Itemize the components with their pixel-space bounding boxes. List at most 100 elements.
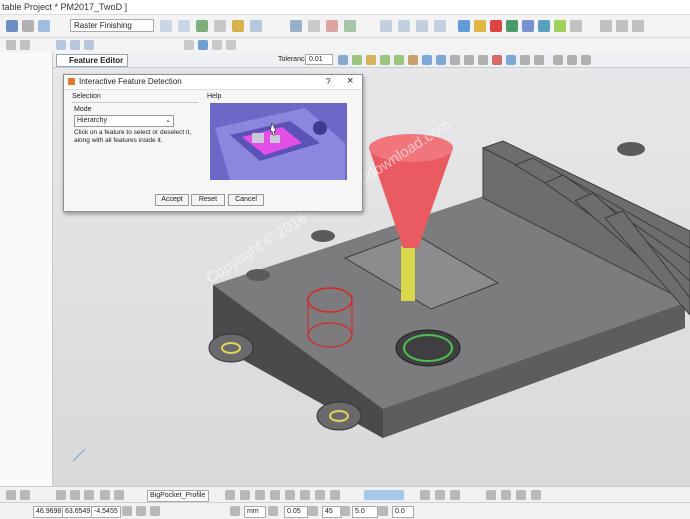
fe-icon-15[interactable]: [534, 55, 544, 65]
fe-icon-8[interactable]: [436, 55, 446, 65]
fe-icon-18[interactable]: [581, 55, 591, 65]
mode-select[interactable]: Hierarchy ⌄: [74, 115, 174, 127]
toolbar-icon-14[interactable]: [380, 20, 392, 32]
x-coordinate-field[interactable]: 46.9698: [33, 506, 63, 518]
toolbar2-icon-6[interactable]: [184, 40, 194, 50]
toolbar-icon-25[interactable]: [570, 20, 582, 32]
coord-icon-2[interactable]: [136, 506, 146, 516]
toolbar2-icon-9[interactable]: [226, 40, 236, 50]
status-icon-2[interactable]: [20, 490, 30, 500]
toolbar-icon-17[interactable]: [434, 20, 446, 32]
toolbar-icon-5[interactable]: [178, 20, 190, 32]
fe-icon-12[interactable]: [492, 55, 502, 65]
fe-icon-7[interactable]: [422, 55, 432, 65]
status-icon-14[interactable]: [315, 490, 325, 500]
fe-icon-6[interactable]: [408, 55, 418, 65]
toolbar-icon-15[interactable]: [398, 20, 410, 32]
fe-icon-5[interactable]: [394, 55, 404, 65]
status-icon-12[interactable]: [285, 490, 295, 500]
toolbar-icon-22[interactable]: [522, 20, 534, 32]
toolbar-icon-3[interactable]: [38, 20, 50, 32]
toolbar-icon-18[interactable]: [458, 20, 470, 32]
toolbar-icon-1[interactable]: [6, 20, 18, 32]
fe-icon-16[interactable]: [553, 55, 563, 65]
toolbar-icon-7[interactable]: [214, 20, 226, 32]
dialog-close-button[interactable]: ×: [347, 75, 353, 87]
toolbar2-icon-8[interactable]: [212, 40, 222, 50]
strategy-combo[interactable]: Raster Finishing: [70, 19, 154, 32]
coord-icon-3[interactable]: [150, 506, 160, 516]
explorer-panel[interactable]: [0, 53, 53, 486]
fe-icon-4[interactable]: [380, 55, 390, 65]
toolbar-icon-16[interactable]: [416, 20, 428, 32]
status-icon-13[interactable]: [300, 490, 310, 500]
toolbar-icon-4[interactable]: [160, 20, 172, 32]
status-icon-15[interactable]: [330, 490, 340, 500]
toolbar2-icon-1[interactable]: [6, 40, 16, 50]
feature-editor-tab[interactable]: Feature Editor: [56, 54, 129, 67]
status-icon-8[interactable]: [225, 490, 235, 500]
fe-icon-17[interactable]: [567, 55, 577, 65]
status-icon-3[interactable]: [56, 490, 66, 500]
units-field[interactable]: mm: [244, 506, 266, 518]
status-icon-18[interactable]: [435, 490, 445, 500]
coord-icon-1[interactable]: [122, 506, 132, 516]
toolbar-icon-2[interactable]: [22, 20, 34, 32]
coord-icon-5[interactable]: [268, 506, 278, 516]
status-icon-22[interactable]: [516, 490, 526, 500]
accept-button[interactable]: Accept: [155, 194, 189, 206]
dialog-help-button[interactable]: ?: [326, 77, 330, 86]
fe-icon-9[interactable]: [450, 55, 460, 65]
coord-icon-4[interactable]: [230, 506, 240, 516]
status-icon-16[interactable]: [364, 490, 404, 500]
toolbar-icon-10[interactable]: [290, 20, 302, 32]
status-icon-21[interactable]: [501, 490, 511, 500]
y-coordinate-field[interactable]: 63.6549: [62, 506, 92, 518]
fe-icon-14[interactable]: [520, 55, 530, 65]
toolbar2-icon-5[interactable]: [84, 40, 94, 50]
toolbar-icon-13[interactable]: [344, 20, 356, 32]
toolbar-icon-28[interactable]: [632, 20, 644, 32]
fe-icon-1[interactable]: [338, 55, 348, 65]
fe-icon-11[interactable]: [478, 55, 488, 65]
toolbar-icon-21[interactable]: [506, 20, 518, 32]
coord-icon-7[interactable]: [340, 506, 350, 516]
cancel-button[interactable]: Cancel: [228, 194, 264, 206]
z-coordinate-field[interactable]: -4.5455: [91, 506, 121, 518]
toolbar-icon-8[interactable]: [232, 20, 244, 32]
fe-icon-13[interactable]: [506, 55, 516, 65]
fe-icon-3[interactable]: [366, 55, 376, 65]
coord-icon-8[interactable]: [378, 506, 388, 516]
step-field[interactable]: 0.05: [284, 506, 308, 518]
angle-field[interactable]: 45: [322, 506, 342, 518]
fe-icon-2[interactable]: [352, 55, 362, 65]
coord-icon-6[interactable]: [308, 506, 318, 516]
status-icon-6[interactable]: [100, 490, 110, 500]
toolbar-icon-11[interactable]: [308, 20, 320, 32]
status-icon-11[interactable]: [270, 490, 280, 500]
toolbar-icon-12[interactable]: [326, 20, 338, 32]
status-icon-20[interactable]: [486, 490, 496, 500]
toolbar-icon-6[interactable]: [196, 20, 208, 32]
toolbar2-icon-3[interactable]: [56, 40, 66, 50]
status-icon-5[interactable]: [84, 490, 94, 500]
toolbar-icon-23[interactable]: [538, 20, 550, 32]
status-icon-4[interactable]: [70, 490, 80, 500]
fe-icon-10[interactable]: [464, 55, 474, 65]
toolbar-icon-9[interactable]: [250, 20, 262, 32]
last-field[interactable]: 0.0: [392, 506, 414, 518]
status-icon-19[interactable]: [450, 490, 460, 500]
toolpath-name-field[interactable]: BigPocket_Profile: [147, 490, 209, 502]
toolbar2-icon-4[interactable]: [70, 40, 80, 50]
status-icon-10[interactable]: [255, 490, 265, 500]
status-icon-9[interactable]: [240, 490, 250, 500]
toolbar-icon-24[interactable]: [554, 20, 566, 32]
status-icon-7[interactable]: [114, 490, 124, 500]
toolbar-icon-19[interactable]: [474, 20, 486, 32]
status-icon-1[interactable]: [6, 490, 16, 500]
reset-button[interactable]: Reset: [191, 194, 225, 206]
toolbar2-icon-7[interactable]: [198, 40, 208, 50]
size-field[interactable]: 5.0: [352, 506, 378, 518]
toolbar-icon-20[interactable]: [490, 20, 502, 32]
toolbar2-icon-2[interactable]: [20, 40, 30, 50]
